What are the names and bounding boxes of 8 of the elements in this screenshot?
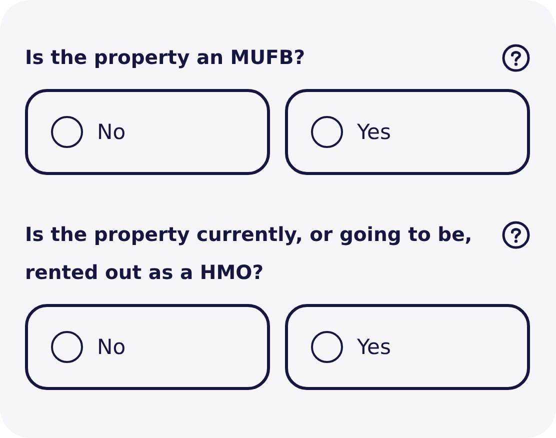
question-label: Is the property currently, or going to be, rented out as a HMO? — [25, 222, 474, 286]
help-icon[interactable] — [502, 44, 530, 72]
help-icon[interactable] — [502, 221, 530, 249]
radio-option[interactable]: No — [25, 304, 270, 390]
radio-option[interactable]: Yes — [285, 304, 530, 390]
radio-option[interactable]: Yes — [285, 89, 530, 175]
question-label: Is the property an MUFB? — [25, 45, 306, 71]
radio-option[interactable]: No — [25, 89, 270, 175]
